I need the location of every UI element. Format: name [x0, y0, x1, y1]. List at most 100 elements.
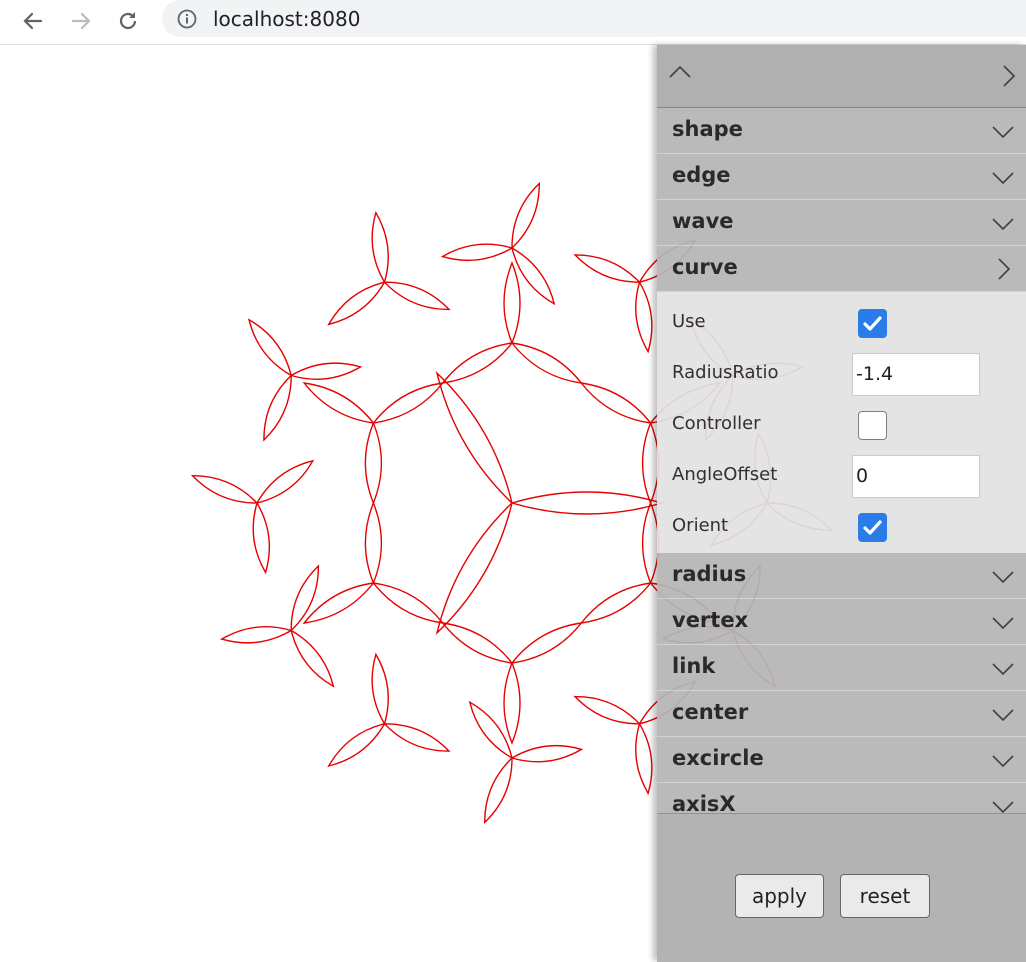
apply-button[interactable]: apply: [735, 874, 824, 918]
field-controller: Controller: [657, 399, 1026, 445]
section-title: edge: [672, 163, 731, 187]
section-link[interactable]: link: [657, 645, 1026, 691]
curve-petal: [441, 342, 513, 384]
chevron-down-icon: [992, 218, 1014, 231]
info-icon[interactable]: [176, 8, 198, 30]
curve-petal: [635, 281, 653, 354]
back-arrow-icon[interactable]: [17, 5, 49, 37]
curve-petal: [511, 342, 583, 384]
field-label: Controller: [672, 413, 761, 434]
field-label: RadiusRatio: [672, 362, 779, 383]
curve-petal: [503, 662, 521, 745]
curve-petal: [511, 744, 584, 763]
curve-petal: [573, 695, 641, 725]
curve-petal: [383, 723, 451, 752]
section-title: shape: [672, 117, 743, 141]
field-use: Use: [657, 297, 1026, 343]
field-orient: Orient: [657, 501, 1026, 547]
section-title: radius: [672, 562, 747, 586]
curve-petal: [511, 247, 556, 306]
chevron-down-icon: [992, 617, 1014, 630]
curve-petal: [579, 582, 652, 624]
panel-header: [657, 45, 1026, 108]
curve-petal: [263, 374, 292, 442]
radius-ratio-input[interactable]: -1.4: [852, 353, 980, 396]
use-checkbox[interactable]: [858, 309, 887, 338]
section-vertex[interactable]: vertex: [657, 599, 1026, 645]
field-angle-offset: AngleOffset 0: [657, 450, 1026, 498]
curve-petal: [511, 181, 541, 249]
angle-offset-input[interactable]: 0: [852, 455, 980, 498]
curve-petal: [302, 582, 374, 624]
section-title: axisX: [672, 792, 736, 813]
chevron-down-icon: [992, 663, 1014, 676]
curve-petal: [635, 723, 653, 796]
section-wave[interactable]: wave: [657, 200, 1026, 246]
section-curve[interactable]: curve: [657, 246, 1026, 292]
curve-petal: [364, 422, 383, 505]
curve-petal: [573, 254, 641, 283]
address-bar[interactable]: localhost:8080: [162, 0, 1026, 37]
curve-petal: [327, 281, 386, 326]
curve-petal: [511, 491, 665, 515]
section-title: link: [672, 654, 716, 678]
curve-petal: [372, 382, 445, 424]
curve-petal: [256, 459, 315, 504]
curve-petal: [440, 243, 513, 262]
chevron-down-icon: [992, 755, 1014, 768]
curve-petal: [383, 281, 451, 311]
curve-petal: [190, 474, 258, 504]
panel-footer: apply reset: [657, 813, 1026, 962]
checkmark-icon: [863, 316, 882, 331]
curve-petal: [511, 622, 583, 664]
curve-petal: [302, 382, 374, 424]
reset-button[interactable]: reset: [840, 874, 930, 918]
section-axisx[interactable]: axisX: [657, 783, 1026, 813]
chevron-down-icon: [992, 126, 1014, 139]
curve-petal: [371, 210, 389, 283]
section-center[interactable]: center: [657, 691, 1026, 737]
curve-petal: [483, 757, 513, 825]
curve-petal: [503, 261, 521, 344]
curve-section-body: Use RadiusRatio -1.4 Controller AngleOff…: [657, 292, 1026, 553]
chevron-down-icon: [992, 801, 1014, 813]
field-label: Use: [672, 311, 706, 332]
section-title: center: [672, 700, 749, 724]
section-title: wave: [672, 209, 734, 233]
controller-checkbox[interactable]: [858, 411, 887, 440]
curve-petal: [371, 652, 389, 725]
section-radius[interactable]: radius: [657, 553, 1026, 599]
section-edge[interactable]: edge: [657, 154, 1026, 200]
section-excircle[interactable]: excircle: [657, 737, 1026, 783]
chevron-up-icon[interactable]: [667, 60, 693, 86]
chevron-down-icon: [992, 709, 1014, 722]
curve-petal: [468, 700, 513, 759]
reload-icon[interactable]: [112, 5, 144, 37]
chevron-down-icon: [992, 172, 1014, 185]
curve-petal: [327, 723, 386, 768]
curve-petal: [441, 622, 513, 664]
section-shape[interactable]: shape: [657, 108, 1026, 154]
curve-petal: [252, 502, 271, 575]
section-title: curve: [672, 255, 738, 279]
orient-checkbox[interactable]: [858, 513, 887, 542]
forward-arrow-icon[interactable]: [65, 5, 97, 37]
chevron-right-icon: [998, 258, 1011, 280]
url-text: localhost:8080: [213, 7, 361, 31]
curve-petal: [290, 362, 363, 380]
chevron-down-icon: [992, 571, 1014, 584]
panel-sections: shape edge wave curve Use RadiusRatio -1…: [657, 108, 1026, 813]
curve-petal: [579, 382, 652, 424]
section-title: vertex: [672, 608, 749, 632]
checkmark-icon: [863, 520, 882, 535]
section-title: excircle: [672, 746, 764, 770]
settings-panel: shape edge wave curve Use RadiusRatio -1…: [657, 45, 1026, 962]
curve-petal: [247, 318, 292, 377]
field-label: AngleOffset: [672, 464, 778, 485]
curve-petal: [290, 629, 335, 688]
field-label: Orient: [672, 515, 729, 536]
curve-petal: [435, 370, 513, 504]
curve-petal: [435, 502, 513, 636]
curve-petal: [219, 626, 292, 644]
chevron-right-icon[interactable]: [996, 63, 1022, 89]
